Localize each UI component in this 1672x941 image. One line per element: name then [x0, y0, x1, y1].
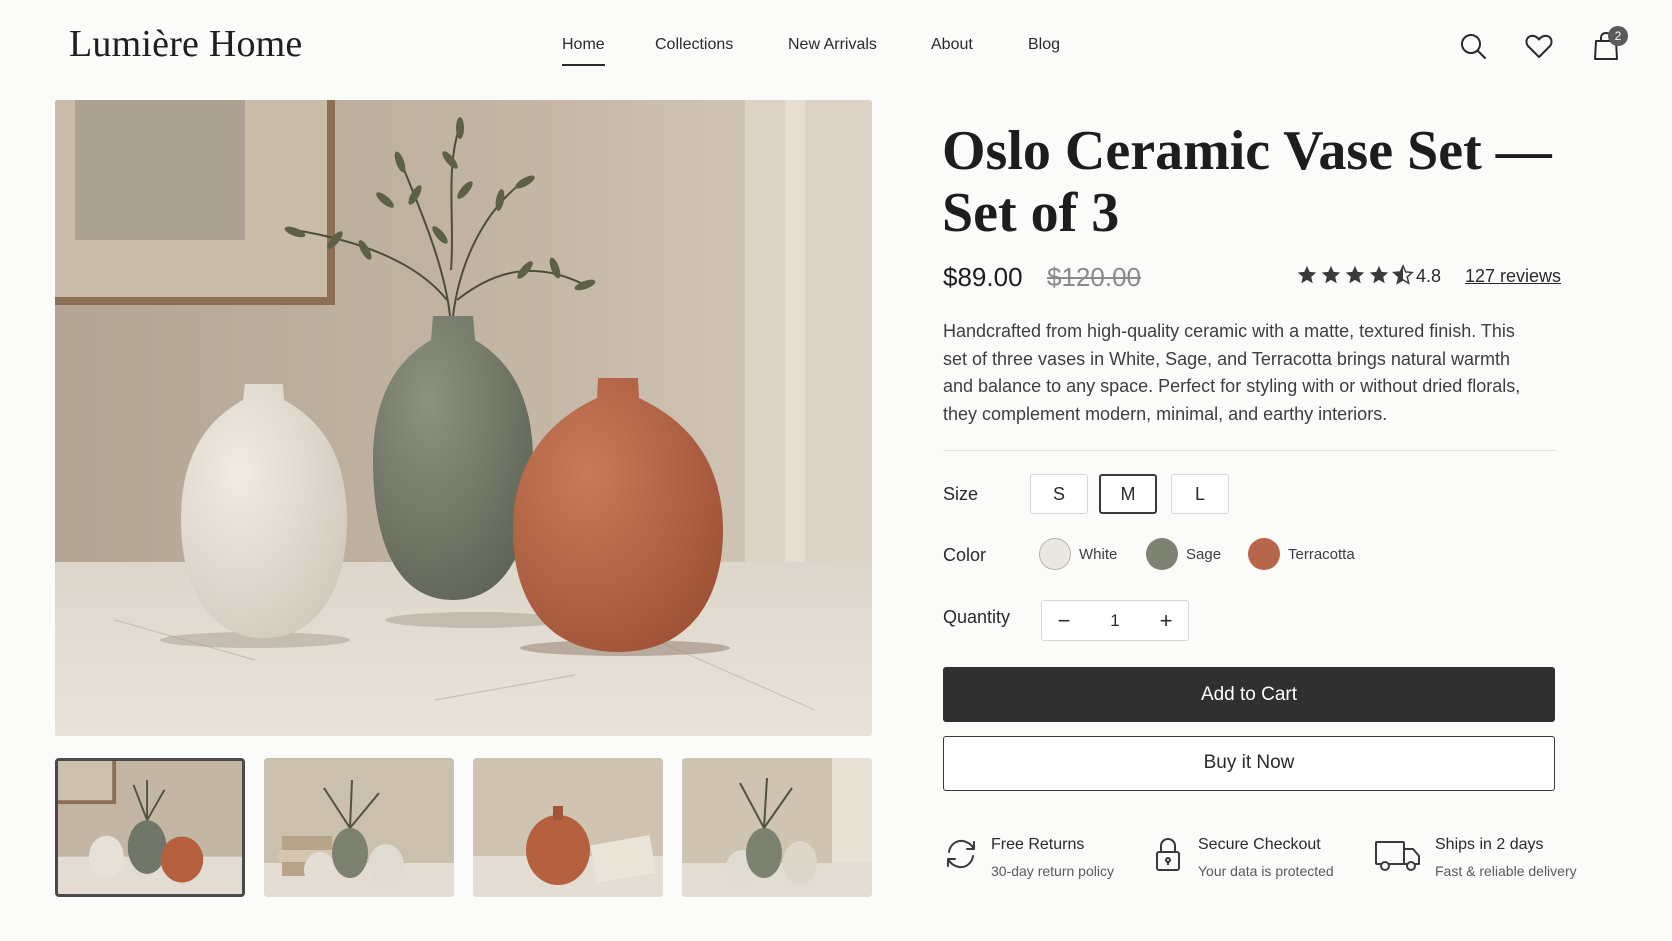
product-title: Oslo Ceramic Vase Set — Set of 3 — [942, 120, 1552, 244]
thumbnail-1[interactable] — [55, 758, 245, 897]
rating-stars — [1296, 264, 1414, 286]
truck-icon — [1374, 834, 1422, 874]
color-name-sage: Sage — [1186, 546, 1222, 563]
nav-item-collections[interactable]: Collections — [655, 36, 733, 54]
search-icon — [1461, 34, 1486, 59]
size-label: Size — [943, 484, 979, 504]
color-swatch-terracotta[interactable] — [1248, 538, 1280, 570]
quantity-value[interactable]: 1 — [1086, 601, 1144, 640]
star-icon — [1369, 265, 1389, 284]
size-option-m[interactable]: M — [1099, 474, 1157, 514]
lock-icon — [1148, 834, 1188, 874]
thumbnail-3[interactable] — [473, 758, 663, 897]
feature-title-checkout: Secure Checkout — [1198, 836, 1321, 853]
reviews-link[interactable]: 127 reviews — [1465, 266, 1561, 287]
divider — [943, 450, 1557, 451]
color-name-terracotta: Terracotta — [1288, 546, 1355, 563]
sale-price: $89.00 — [943, 262, 1023, 292]
nav-item-new-arrivals[interactable]: New Arrivals — [788, 36, 877, 54]
rating-value: 4.8 — [1416, 266, 1442, 286]
refresh-icon — [941, 834, 981, 874]
buy-now-button[interactable]: Buy it Now — [943, 736, 1555, 791]
color-swatch-sage[interactable] — [1146, 538, 1178, 570]
thumbnail-4[interactable] — [682, 758, 872, 897]
product-main-image[interactable] — [55, 100, 872, 736]
quantity-label: Quantity — [943, 607, 1011, 627]
original-price: $120.00 — [1047, 262, 1141, 292]
quantity-increase-button[interactable]: + — [1144, 601, 1188, 640]
feature-subtitle-checkout: Your data is protected — [1198, 863, 1334, 879]
product-description: Handcrafted from high-quality ceramic wi… — [943, 321, 1521, 424]
nav-item-about[interactable]: About — [931, 36, 973, 54]
star-icon — [1321, 265, 1341, 284]
size-option-s[interactable]: S — [1030, 474, 1088, 514]
nav-item-home[interactable]: Home — [562, 36, 605, 66]
feature-title-returns: Free Returns — [991, 836, 1085, 853]
feature-title-shipping: Ships in 2 days — [1435, 836, 1544, 853]
heart-icon — [1525, 34, 1553, 58]
quantity-decrease-button[interactable]: − — [1042, 601, 1086, 640]
quantity-stepper: − 1 + — [1041, 600, 1189, 641]
nav-item-blog[interactable]: Blog — [1028, 36, 1060, 54]
wishlist-button[interactable] — [1523, 30, 1555, 62]
color-name-white: White — [1079, 546, 1118, 563]
search-button[interactable] — [1457, 30, 1489, 62]
color-swatch-white[interactable] — [1039, 538, 1071, 570]
star-icon — [1345, 265, 1365, 284]
feature-subtitle-returns: 30-day return policy — [991, 863, 1114, 879]
half-star-icon — [1392, 264, 1414, 285]
color-label: Color — [943, 545, 987, 565]
cart-count-badge: 2 — [1608, 26, 1628, 46]
star-icon — [1297, 265, 1317, 284]
thumbnail-2[interactable] — [264, 758, 454, 897]
site-logo[interactable]: Lumière Home — [69, 22, 302, 66]
feature-subtitle-shipping: Fast & reliable delivery — [1435, 863, 1577, 879]
add-to-cart-button[interactable]: Add to Cart — [943, 667, 1555, 722]
size-option-l[interactable]: L — [1171, 474, 1229, 514]
cart-button[interactable]: 2 — [1590, 26, 1628, 62]
